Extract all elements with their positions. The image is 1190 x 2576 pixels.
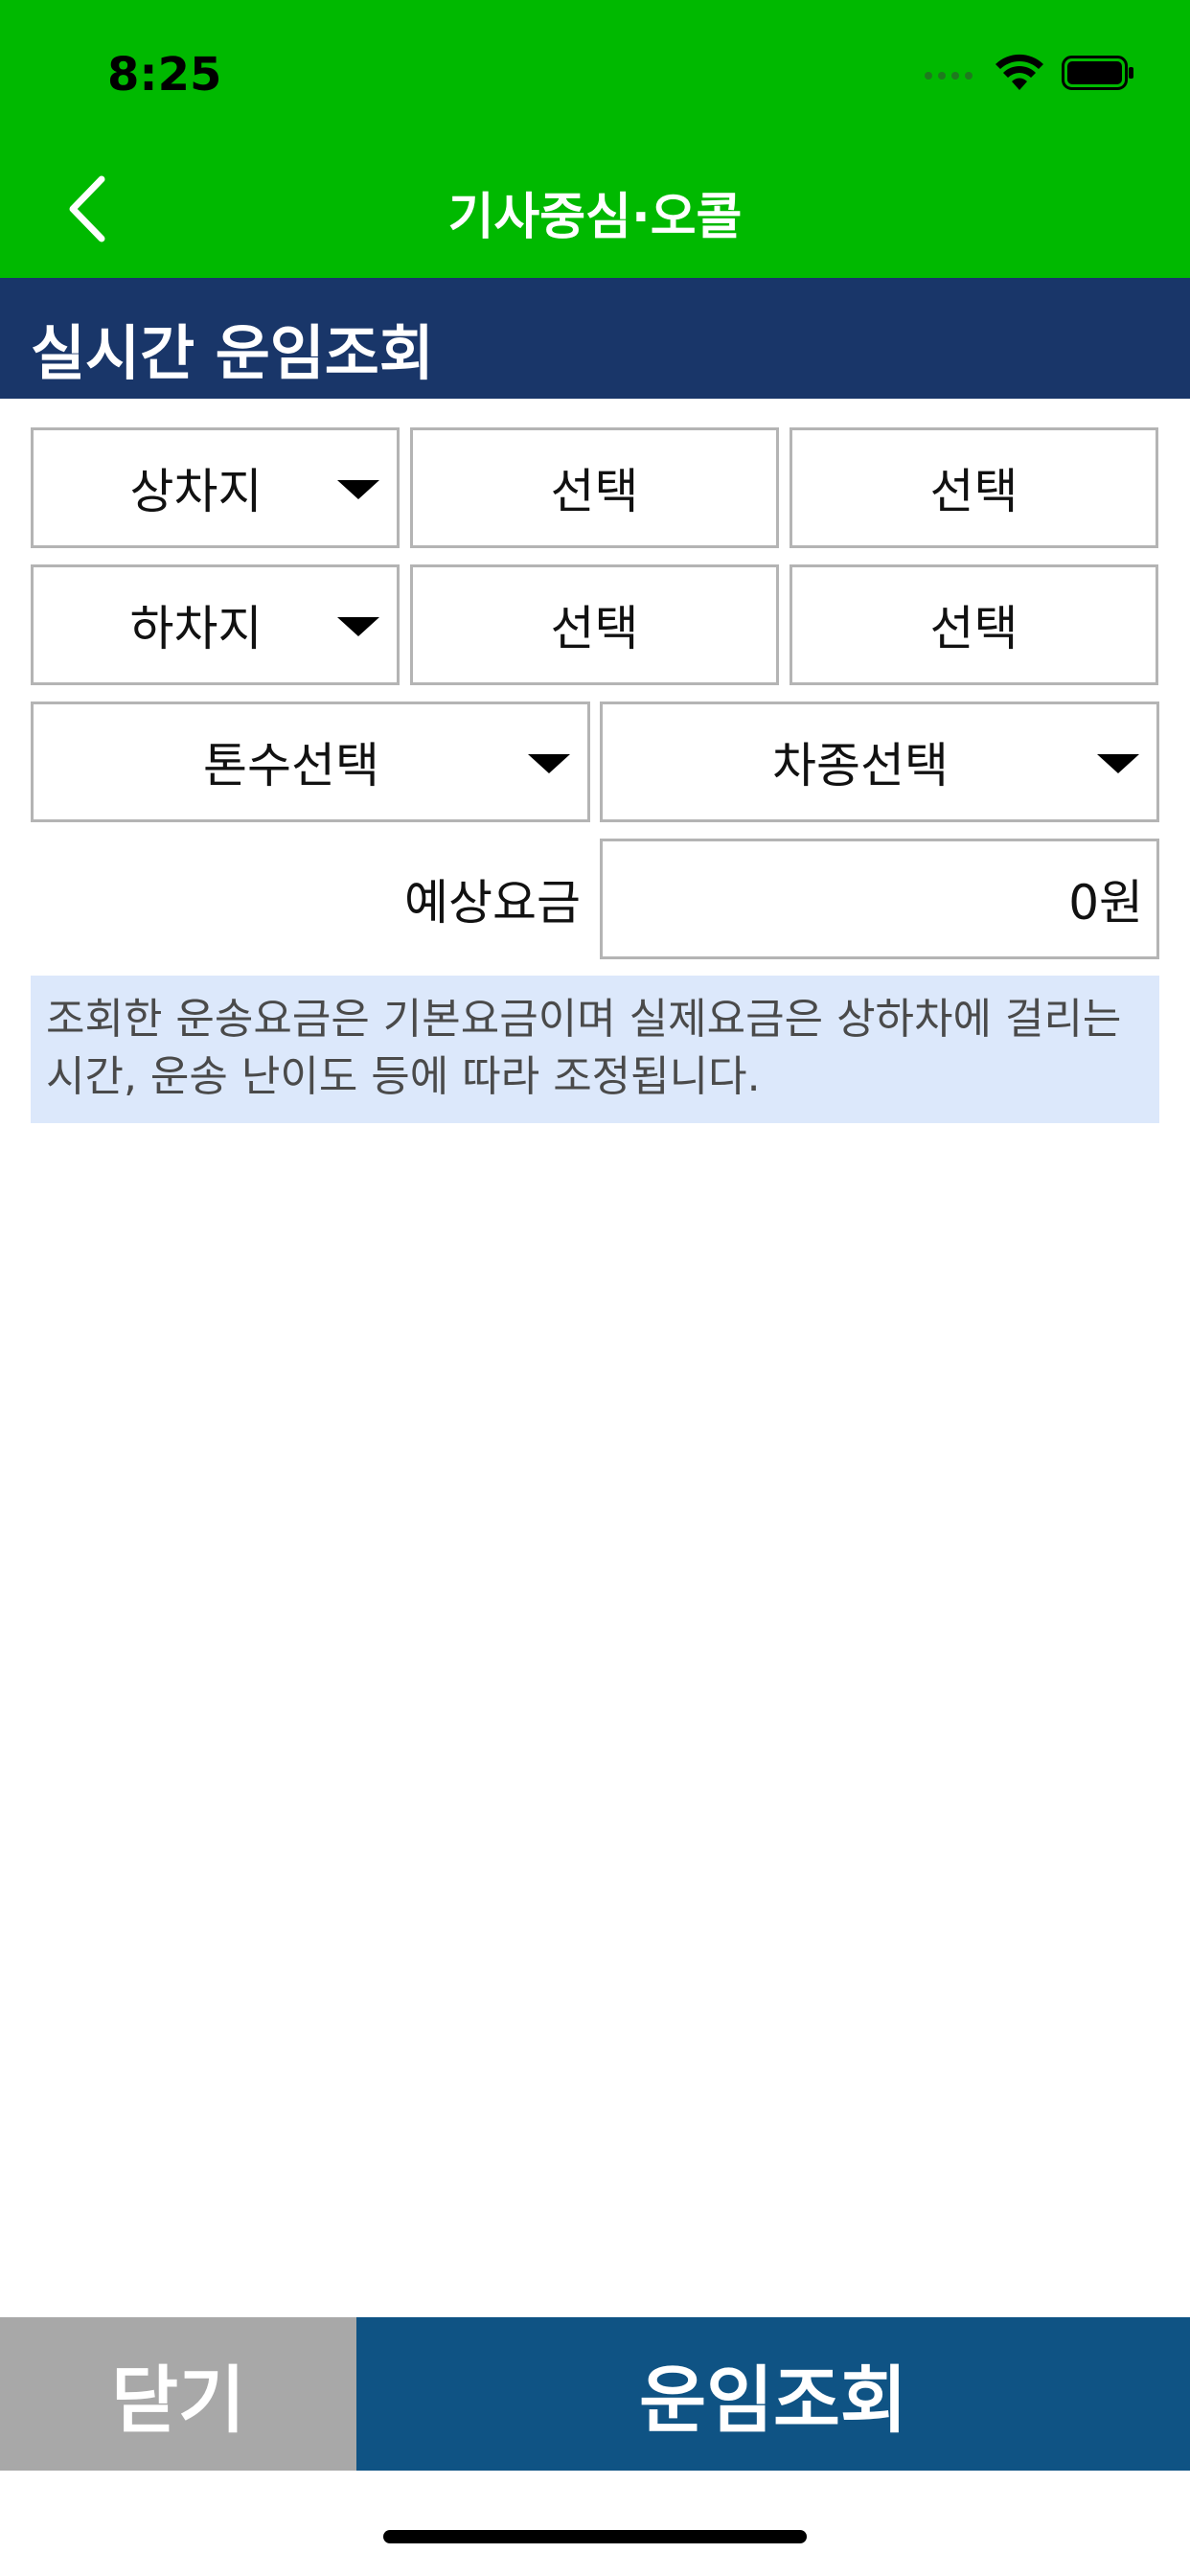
dropoff-label: 하차지 <box>129 601 263 656</box>
fare-value: 0원 <box>1068 875 1143 931</box>
caret-down-icon <box>528 754 570 773</box>
caret-down-icon <box>1097 754 1139 773</box>
fare-label: 예상요금 <box>404 874 581 931</box>
pickup-select-2[interactable]: 선택 <box>790 427 1158 548</box>
notice-box: 조회한 운송요금은 기본요금이며 실제요금은 상하차에 걸리는 시간, 운송 난… <box>31 976 1159 1123</box>
home-indicator <box>383 2530 807 2543</box>
signal-icon <box>924 66 977 84</box>
dropoff-dropdown[interactable]: 하차지 <box>31 564 400 685</box>
dropoff-select-1-label: 선택 <box>550 601 639 656</box>
status-bar: 8:25 <box>0 0 1190 144</box>
section-title: 실시간 운임조회 <box>31 318 434 388</box>
vehicle-type-label: 차종선택 <box>772 738 949 794</box>
close-button[interactable]: 닫기 <box>0 2317 356 2471</box>
fare-value-field: 0원 <box>600 839 1159 959</box>
bottom-bar: 닫기 운임조회 <box>0 2317 1190 2471</box>
nav-title: 기사중심·오콜 <box>447 189 743 246</box>
caret-down-icon <box>337 617 379 636</box>
pickup-label: 상차지 <box>129 464 263 519</box>
nav-bar: 기사중심·오콜 <box>0 144 1190 278</box>
pickup-dropdown[interactable]: 상차지 <box>31 427 400 548</box>
caret-down-icon <box>337 480 379 499</box>
pickup-select-2-label: 선택 <box>929 464 1018 519</box>
status-time: 8:25 <box>107 48 222 102</box>
status-icons <box>924 54 1134 96</box>
section-header: 실시간 운임조회 <box>0 278 1190 399</box>
fare-search-button[interactable]: 운임조회 <box>356 2317 1190 2471</box>
notice-text: 조회한 운송요금은 기본요금이며 실제요금은 상하차에 걸리는 시간, 운송 난… <box>46 995 1122 1101</box>
tonnage-dropdown[interactable]: 톤수선택 <box>31 702 590 822</box>
vehicle-type-dropdown[interactable]: 차종선택 <box>600 702 1159 822</box>
pickup-select-1[interactable]: 선택 <box>410 427 779 548</box>
dropoff-select-2[interactable]: 선택 <box>790 564 1158 685</box>
dropoff-select-1[interactable]: 선택 <box>410 564 779 685</box>
pickup-select-1-label: 선택 <box>550 464 639 519</box>
dropoff-select-2-label: 선택 <box>929 601 1018 656</box>
wifi-icon <box>995 54 1044 96</box>
battery-icon <box>1062 56 1134 94</box>
tonnage-label: 톤수선택 <box>203 738 379 794</box>
